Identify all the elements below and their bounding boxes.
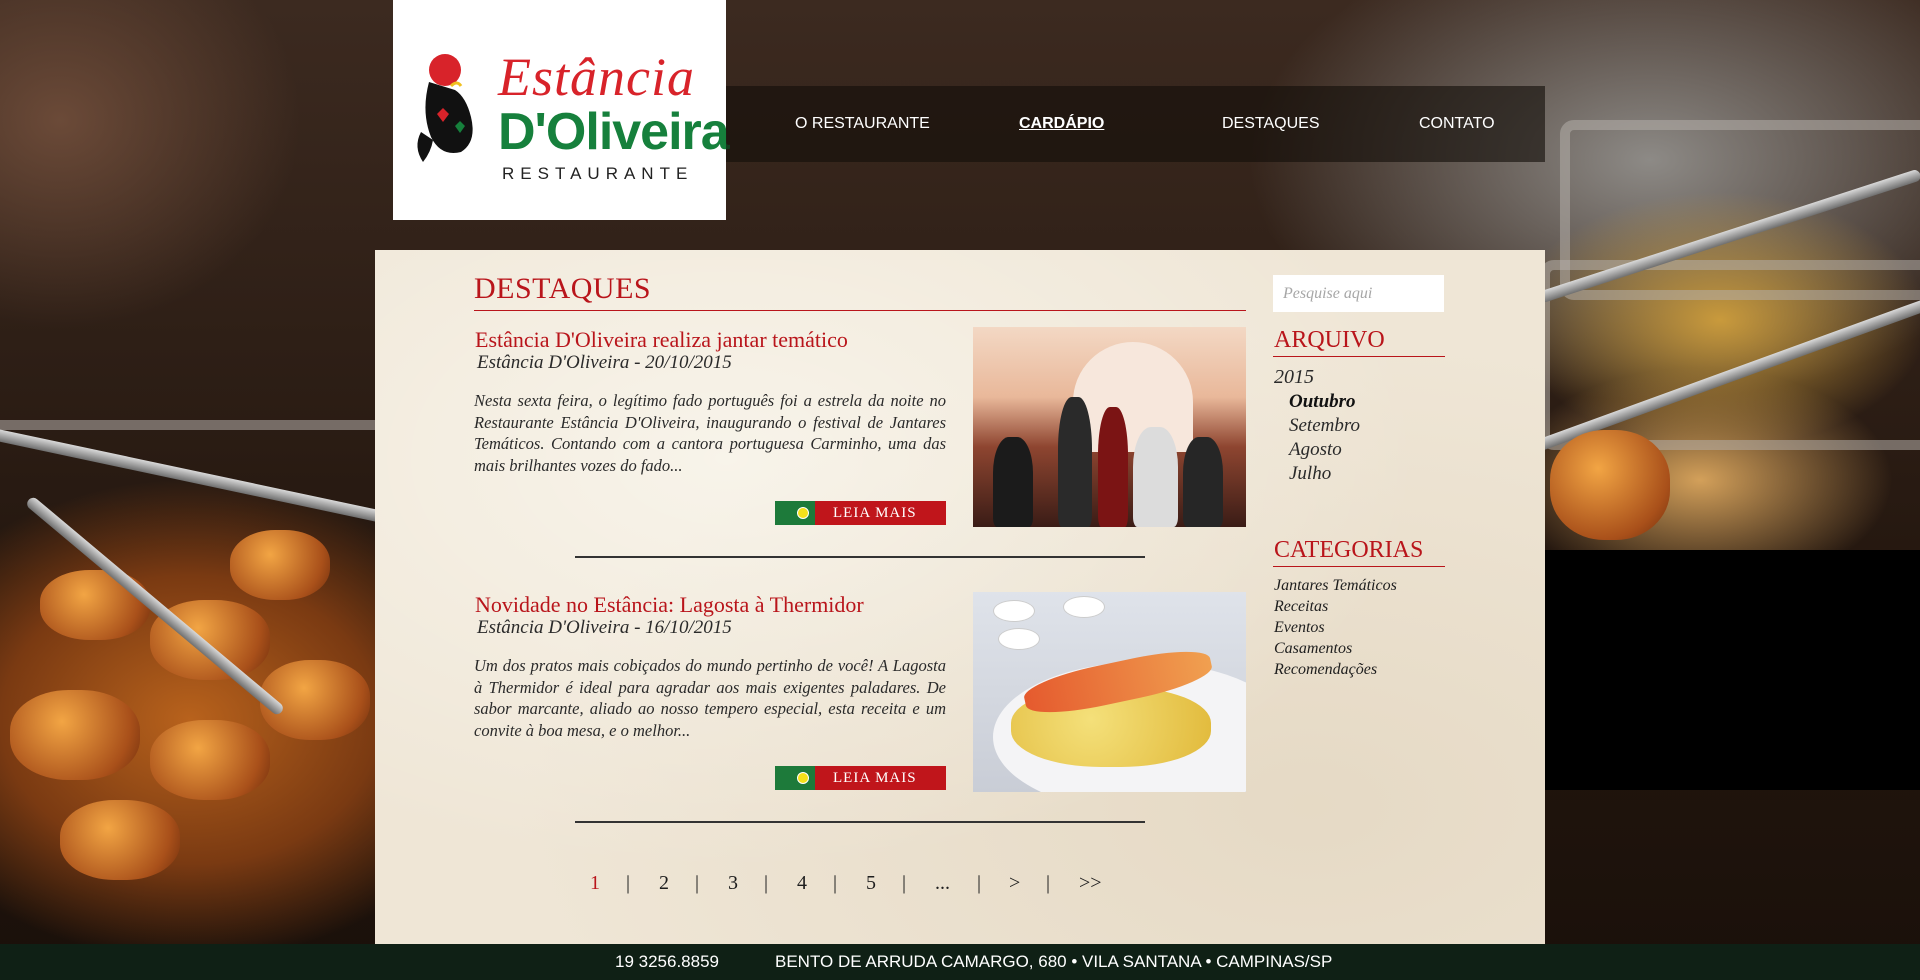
logo-tagline: RESTAURANTE (502, 164, 694, 183)
page-link-last[interactable]: >> (1079, 872, 1102, 895)
nav-item-o-restaurante[interactable]: O RESTAURANTE (795, 86, 930, 162)
page-link-ellipsis[interactable]: ... (935, 872, 950, 895)
post-title[interactable]: Estância D'Oliveira realiza jantar temát… (475, 327, 848, 353)
portugal-flag-icon (775, 766, 815, 790)
read-more-label: LEIA MAIS (833, 505, 917, 521)
post-photo-fado-dinner[interactable] (973, 327, 1246, 527)
site-logo[interactable]: Estância D'Oliveira RESTAURANTE (393, 0, 730, 220)
archive-month-outubro[interactable]: Outubro (1289, 391, 1356, 413)
page-separator: | (764, 872, 769, 894)
rooster-icon (417, 54, 473, 162)
post-photo-lobster[interactable] (973, 592, 1246, 792)
category-link-casamentos[interactable]: Casamentos (1274, 640, 1352, 658)
post-divider (575, 821, 1145, 823)
archive-year[interactable]: 2015 (1274, 366, 1314, 389)
page-link-5[interactable]: 5 (866, 872, 876, 895)
archive-month-agosto[interactable]: Agosto (1289, 439, 1342, 461)
portugal-flag-icon (775, 501, 815, 525)
page-link-3[interactable]: 3 (728, 872, 738, 895)
page-link-next[interactable]: > (1009, 872, 1020, 895)
main-nav: O RESTAURANTE CARDÁPIO DESTAQUES CONTATO (726, 86, 1545, 162)
category-link-recomendacoes[interactable]: Recomendações (1274, 661, 1377, 679)
search-input[interactable] (1273, 275, 1444, 312)
categories-underline (1273, 566, 1445, 567)
archive-month-julho[interactable]: Julho (1289, 463, 1331, 485)
post-meta: Estância D'Oliveira - 16/10/2015 (477, 617, 732, 638)
nav-item-contato[interactable]: CONTATO (1419, 86, 1495, 162)
page-separator: | (977, 872, 982, 894)
site-footer: 19 3256.8859 BENTO DE ARRUDA CAMARGO, 68… (0, 944, 1920, 980)
archive-underline (1273, 356, 1445, 357)
category-link-receitas[interactable]: Receitas (1274, 598, 1328, 616)
page-link-1[interactable]: 1 (590, 872, 600, 895)
category-link-eventos[interactable]: Eventos (1274, 619, 1325, 637)
post-divider (575, 556, 1145, 558)
page-separator: | (1046, 872, 1051, 894)
page-link-4[interactable]: 4 (797, 872, 807, 895)
page-title: DESTAQUES (474, 272, 652, 305)
read-more-label: LEIA MAIS (833, 770, 917, 786)
categories-title: CATEGORIAS (1274, 537, 1424, 563)
page-separator: | (833, 872, 838, 894)
nav-item-cardapio[interactable]: CARDÁPIO (1019, 86, 1104, 162)
footer-phone: 19 3256.8859 (615, 952, 719, 971)
title-underline (474, 310, 1246, 311)
page-link-2[interactable]: 2 (659, 872, 669, 895)
post-meta: Estância D'Oliveira - 20/10/2015 (477, 352, 732, 373)
post-excerpt: Nesta sexta feira, o legítimo fado portu… (474, 391, 946, 475)
read-more-button[interactable]: LEIA MAIS (775, 766, 946, 790)
archive-title: ARQUIVO (1274, 327, 1385, 353)
page-separator: | (902, 872, 907, 894)
logo-subtitle: D'Oliveira (498, 103, 730, 161)
page-separator: | (626, 872, 631, 894)
background-shadow (1545, 550, 1920, 790)
post-title[interactable]: Novidade no Estância: Lagosta à Thermido… (475, 592, 864, 618)
archive-month-setembro[interactable]: Setembro (1289, 415, 1360, 437)
read-more-button[interactable]: LEIA MAIS (775, 501, 946, 525)
post-excerpt: Um dos pratos mais cobiçados do mundo pe… (474, 656, 946, 740)
footer-address: BENTO DE ARRUDA CAMARGO, 680 • VILA SANT… (775, 952, 1333, 971)
logo-title: Estância (498, 47, 695, 107)
page-separator: | (695, 872, 700, 894)
category-link-jantares[interactable]: Jantares Temáticos (1274, 577, 1397, 595)
nav-item-destaques[interactable]: DESTAQUES (1222, 86, 1320, 162)
